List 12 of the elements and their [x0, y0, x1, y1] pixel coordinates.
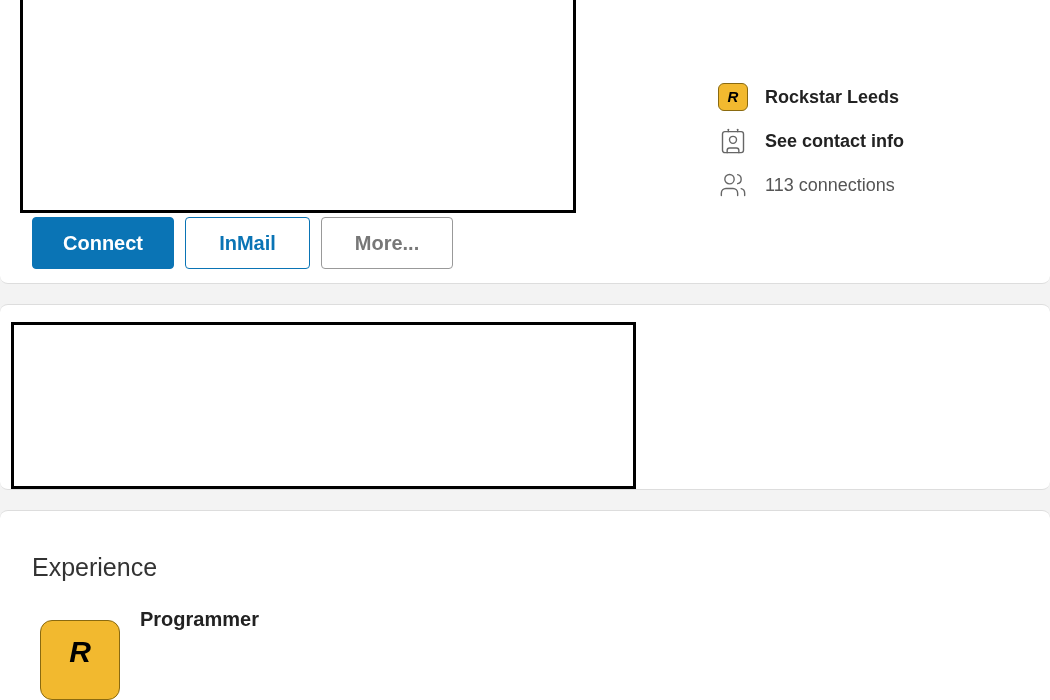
- company-logo: R: [40, 620, 120, 700]
- more-button[interactable]: More...: [321, 217, 453, 269]
- message-button[interactable]: InMail: [185, 217, 310, 269]
- contact-info-link[interactable]: See contact info: [765, 127, 905, 155]
- job-title: Programmer: [140, 607, 259, 632]
- connections-count: 113 connections: [765, 173, 895, 197]
- company-name[interactable]: Rockstar Leeds: [765, 83, 900, 111]
- people-icon: [719, 171, 747, 199]
- connect-button[interactable]: Connect: [32, 217, 174, 269]
- contact-card-icon: [719, 127, 747, 155]
- section-title: Experience: [32, 551, 159, 583]
- company-logo: R: [718, 83, 748, 111]
